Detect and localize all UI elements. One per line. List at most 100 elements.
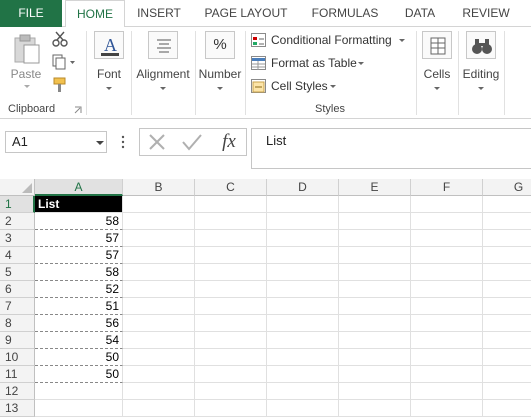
cell-d6[interactable] — [267, 281, 339, 298]
cell-f12[interactable] — [411, 383, 483, 400]
alignment-button[interactable]: Alignment — [133, 29, 193, 97]
cell-c3[interactable] — [195, 230, 267, 247]
cell-c7[interactable] — [195, 298, 267, 315]
cell-a6[interactable]: 52 — [35, 281, 123, 298]
clipboard-launcher-icon[interactable] — [74, 106, 82, 114]
tab-data[interactable]: DATA — [393, 0, 447, 27]
cell-a12[interactable] — [35, 383, 123, 400]
cell-b11[interactable] — [123, 366, 195, 383]
cell-a11[interactable]: 50 — [35, 366, 123, 383]
cell-f7[interactable] — [411, 298, 483, 315]
cell-d13[interactable] — [267, 400, 339, 417]
cells-button[interactable]: Cells — [418, 29, 456, 97]
cell-e2[interactable] — [339, 213, 411, 230]
select-all-corner[interactable] — [0, 179, 35, 196]
column-header-b[interactable]: B — [123, 179, 195, 196]
cell-g8[interactable] — [483, 315, 531, 332]
cell-a3[interactable]: 57 — [35, 230, 123, 247]
cell-f11[interactable] — [411, 366, 483, 383]
copy-icon[interactable] — [52, 54, 76, 70]
row-header[interactable]: 2 — [0, 213, 35, 230]
cell-b8[interactable] — [123, 315, 195, 332]
cell-g1[interactable] — [483, 196, 531, 213]
cell-f3[interactable] — [411, 230, 483, 247]
cell-b10[interactable] — [123, 349, 195, 366]
cell-a1[interactable]: List — [35, 196, 123, 213]
cell-g3[interactable] — [483, 230, 531, 247]
cell-f9[interactable] — [411, 332, 483, 349]
cell-c12[interactable] — [195, 383, 267, 400]
cell-a2[interactable]: 58 — [35, 213, 123, 230]
row-header[interactable]: 5 — [0, 264, 35, 281]
tab-home[interactable]: HOME — [65, 0, 125, 28]
cell-f5[interactable] — [411, 264, 483, 281]
cell-d10[interactable] — [267, 349, 339, 366]
font-button[interactable]: A Font — [90, 29, 128, 97]
cell-d12[interactable] — [267, 383, 339, 400]
cell-a13[interactable] — [35, 400, 123, 417]
cell-f1[interactable] — [411, 196, 483, 213]
cell-b1[interactable] — [123, 196, 195, 213]
conditional-formatting-button[interactable]: Conditional Formatting — [251, 31, 411, 49]
cell-e12[interactable] — [339, 383, 411, 400]
cell-f2[interactable] — [411, 213, 483, 230]
tab-insert[interactable]: INSERT — [128, 0, 190, 27]
cell-a9[interactable]: 54 — [35, 332, 123, 349]
paste-button[interactable]: Paste — [6, 31, 46, 93]
cell-f10[interactable] — [411, 349, 483, 366]
enter-icon[interactable] — [180, 131, 204, 153]
cell-g7[interactable] — [483, 298, 531, 315]
cell-e5[interactable] — [339, 264, 411, 281]
cell-g10[interactable] — [483, 349, 531, 366]
row-header[interactable]: 13 — [0, 400, 35, 417]
cell-g6[interactable] — [483, 281, 531, 298]
cell-c2[interactable] — [195, 213, 267, 230]
row-header[interactable]: 3 — [0, 230, 35, 247]
column-header-a[interactable]: A — [35, 179, 123, 196]
cell-g9[interactable] — [483, 332, 531, 349]
cell-f6[interactable] — [411, 281, 483, 298]
row-header[interactable]: 9 — [0, 332, 35, 349]
cell-c10[interactable] — [195, 349, 267, 366]
cell-c13[interactable] — [195, 400, 267, 417]
column-header-e[interactable]: E — [339, 179, 411, 196]
cell-styles-button[interactable]: Cell Styles — [251, 77, 351, 95]
cell-g2[interactable] — [483, 213, 531, 230]
row-header[interactable]: 11 — [0, 366, 35, 383]
cell-e7[interactable] — [339, 298, 411, 315]
cell-d5[interactable] — [267, 264, 339, 281]
cell-d11[interactable] — [267, 366, 339, 383]
cell-a10[interactable]: 50 — [35, 349, 123, 366]
cell-b9[interactable] — [123, 332, 195, 349]
cell-e3[interactable] — [339, 230, 411, 247]
cell-e6[interactable] — [339, 281, 411, 298]
cell-f13[interactable] — [411, 400, 483, 417]
cell-e4[interactable] — [339, 247, 411, 264]
cancel-icon[interactable] — [146, 131, 168, 153]
number-button[interactable]: % Number — [197, 29, 243, 97]
row-header[interactable]: 10 — [0, 349, 35, 366]
cell-c6[interactable] — [195, 281, 267, 298]
cell-e9[interactable] — [339, 332, 411, 349]
row-header[interactable]: 6 — [0, 281, 35, 298]
cell-f8[interactable] — [411, 315, 483, 332]
cell-c5[interactable] — [195, 264, 267, 281]
row-header[interactable]: 8 — [0, 315, 35, 332]
column-header-g[interactable]: G — [483, 179, 531, 196]
formula-input[interactable]: List — [251, 128, 531, 169]
cell-b2[interactable] — [123, 213, 195, 230]
editing-button[interactable]: Editing — [460, 29, 502, 97]
cell-c4[interactable] — [195, 247, 267, 264]
cell-a7[interactable]: 51 — [35, 298, 123, 315]
cell-c11[interactable] — [195, 366, 267, 383]
cell-d3[interactable] — [267, 230, 339, 247]
cell-a8[interactable]: 56 — [35, 315, 123, 332]
cell-c1[interactable] — [195, 196, 267, 213]
cell-d2[interactable] — [267, 213, 339, 230]
cell-a4[interactable]: 57 — [35, 247, 123, 264]
insert-function-icon[interactable]: fx — [216, 130, 242, 154]
cell-g5[interactable] — [483, 264, 531, 281]
cell-b3[interactable] — [123, 230, 195, 247]
cell-g4[interactable] — [483, 247, 531, 264]
row-header[interactable]: 7 — [0, 298, 35, 315]
